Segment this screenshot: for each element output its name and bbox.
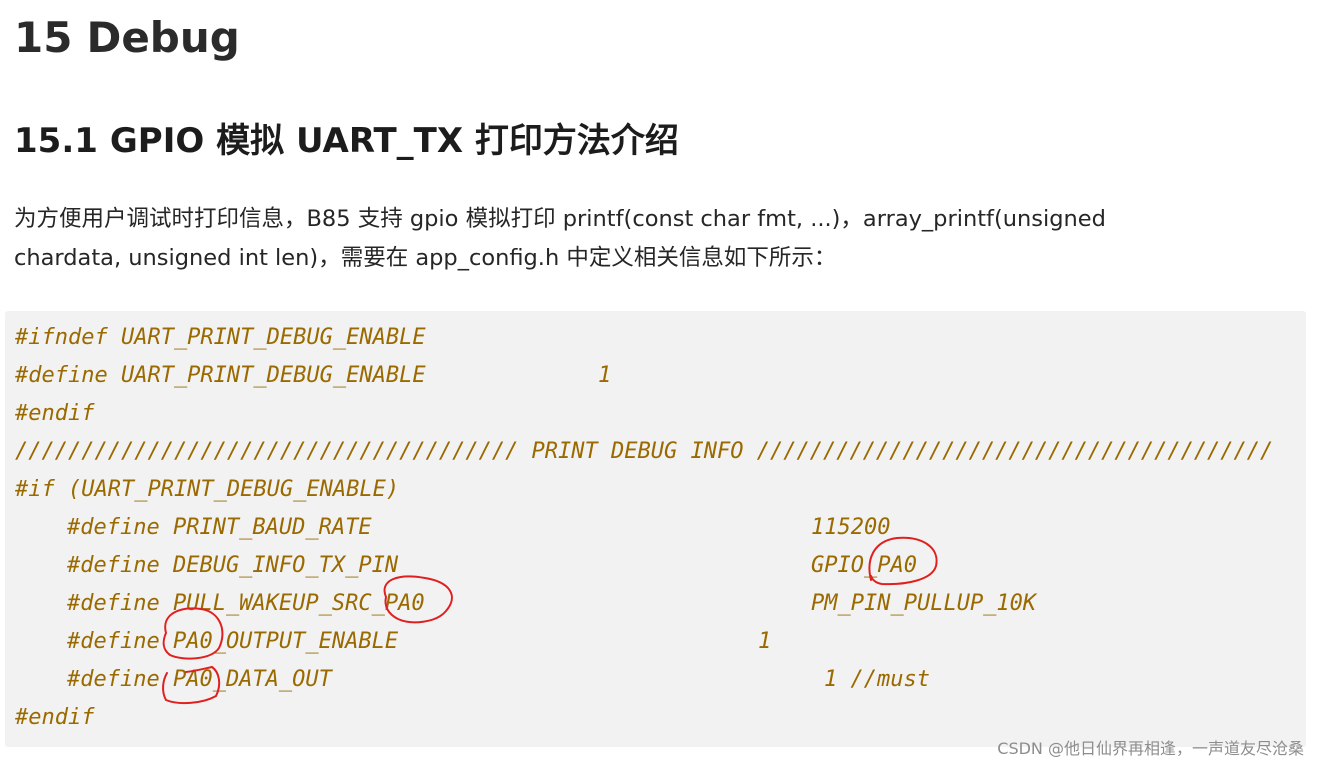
- code-line-define-enable: #define UART_PRINT_DEBUG_ENABLE: [15, 363, 426, 388]
- intro-paragraph: 为方便用户调试时打印信息，B85 支持 gpio 模拟打印 printf(con…: [14, 200, 1304, 278]
- code-line-tx-pin: #define DEBUG_INFO_TX_PIN: [67, 553, 399, 578]
- code-line-baud: #define PRINT_BAUD_RATE: [67, 515, 372, 540]
- subsection-title: GPIO 模拟 UART_TX 打印方法介绍: [109, 121, 679, 161]
- code-line-endif-1: #endif: [15, 401, 95, 426]
- code-line-ifndef: #ifndef UART_PRINT_DEBUG_ENABLE: [15, 325, 426, 350]
- section-heading: 15 Debug: [14, 12, 240, 64]
- code-value-enable: 1: [598, 363, 612, 388]
- code-line-separator: ////////////////////////////////////// P…: [15, 439, 1274, 464]
- section-title: Debug: [86, 13, 240, 62]
- code-line-if: #if (UART_PRINT_DEBUG_ENABLE): [15, 477, 400, 502]
- code-line-pull-wakeup: #define PULL_WAKEUP_SRC_PA0: [67, 591, 425, 616]
- code-line-data-out: #define PA0_DATA_OUT: [67, 667, 332, 692]
- code-line-output-enable: #define PA0_OUTPUT_ENABLE: [67, 629, 399, 654]
- subsection-number: 15.1: [14, 121, 98, 161]
- code-value-pull-wakeup: PM_PIN_PULLUP_10K: [811, 591, 1037, 616]
- code-value-output-enable: 1: [758, 629, 772, 654]
- code-block: #ifndef UART_PRINT_DEBUG_ENABLE #define …: [5, 311, 1306, 747]
- paragraph-line-2: chardata, unsigned int len)，需要在 app_conf…: [14, 245, 837, 271]
- code-value-tx-pin: GPIO_PA0: [811, 553, 917, 578]
- code-value-data-out: 1 //must: [824, 667, 930, 692]
- code-value-baud: 115200: [811, 515, 891, 540]
- csdn-watermark: CSDN @他日仙界再相逢，一声道友尽沧桑: [997, 739, 1304, 758]
- section-number: 15: [14, 13, 73, 62]
- subsection-heading: 15.1 GPIO 模拟 UART_TX 打印方法介绍: [14, 118, 679, 164]
- paragraph-line-1: 为方便用户调试时打印信息，B85 支持 gpio 模拟打印 printf(con…: [14, 206, 1106, 232]
- code-line-endif-2: #endif: [15, 705, 95, 730]
